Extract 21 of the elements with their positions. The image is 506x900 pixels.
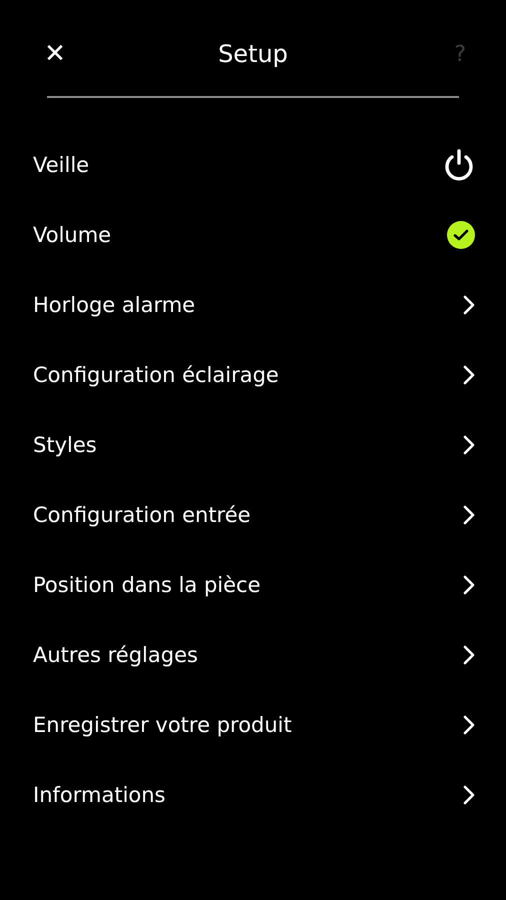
settings-row[interactable]: Veille [0,130,506,200]
settings-row[interactable]: Styles [0,410,506,480]
close-button[interactable]: ✕ [40,39,70,69]
chevron-icon [462,645,476,665]
chevron-icon [462,715,476,735]
settings-row[interactable]: Volume [0,200,506,270]
check-icon [446,220,476,250]
chevron-icon [462,295,476,315]
chevron-icon [462,785,476,805]
chevron-icon [462,575,476,595]
screen-title: Setup [218,40,288,68]
settings-row[interactable]: Horloge alarme [0,270,506,340]
settings-row[interactable]: Configuration éclairage [0,340,506,410]
settings-row[interactable]: Enregistrer votre produit [0,690,506,760]
settings-row[interactable]: Configuration entrée [0,480,506,550]
chevron-icon [462,505,476,525]
settings-row[interactable]: Position dans la pièce [0,550,506,620]
chevron-icon [462,435,476,455]
settings-row[interactable]: Informations [0,760,506,830]
chevron-icon [462,365,476,385]
settings-row[interactable]: Autres réglages [0,620,506,690]
